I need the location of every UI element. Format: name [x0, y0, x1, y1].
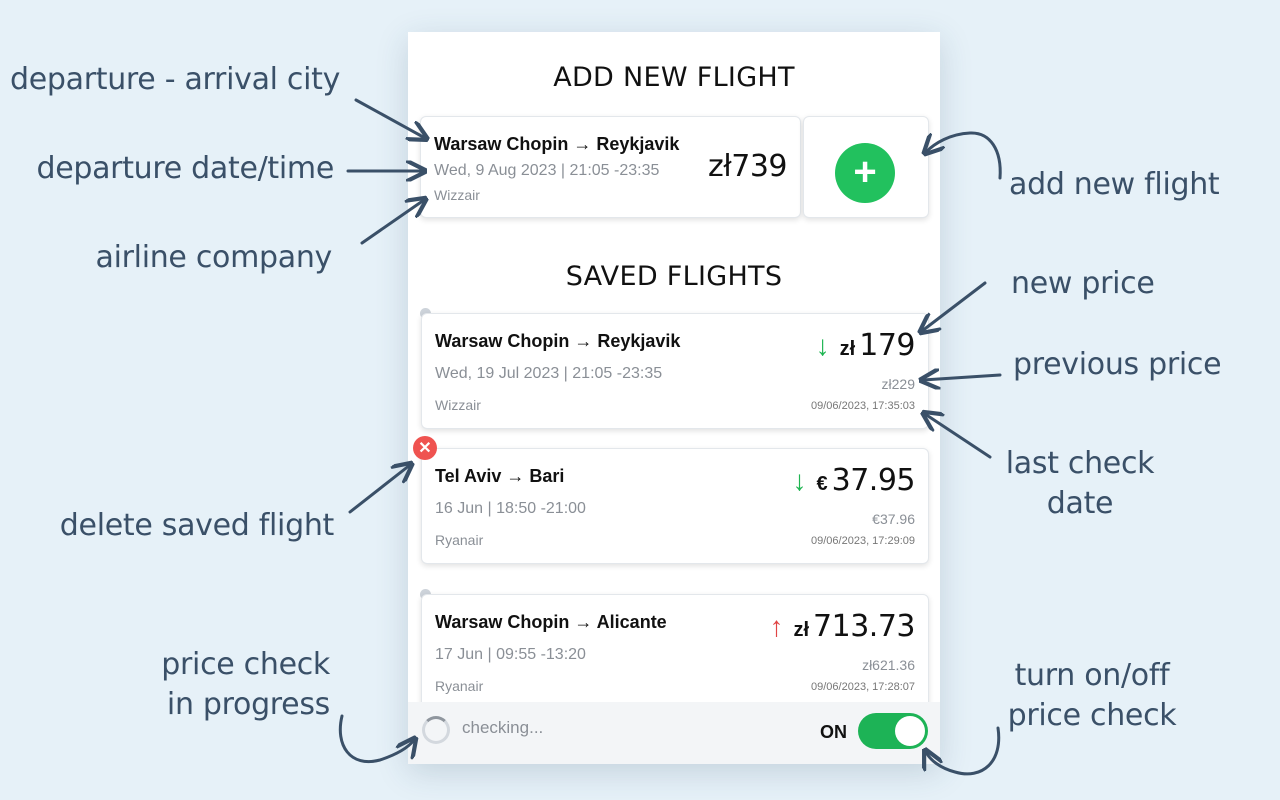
- arrow-in-progress: [338, 714, 414, 763]
- arrow-airline: [360, 200, 424, 245]
- arrow-previous-price: [923, 375, 1002, 380]
- annotation-arrows: [338, 98, 1002, 776]
- arrow-add-new: [926, 131, 1002, 180]
- arrow-new-price: [922, 281, 987, 331]
- arrow-last-check: [925, 414, 992, 459]
- arrow-delete: [348, 465, 410, 514]
- arrow-toggle: [926, 726, 1001, 776]
- arrow-departure-arrival: [354, 98, 425, 138]
